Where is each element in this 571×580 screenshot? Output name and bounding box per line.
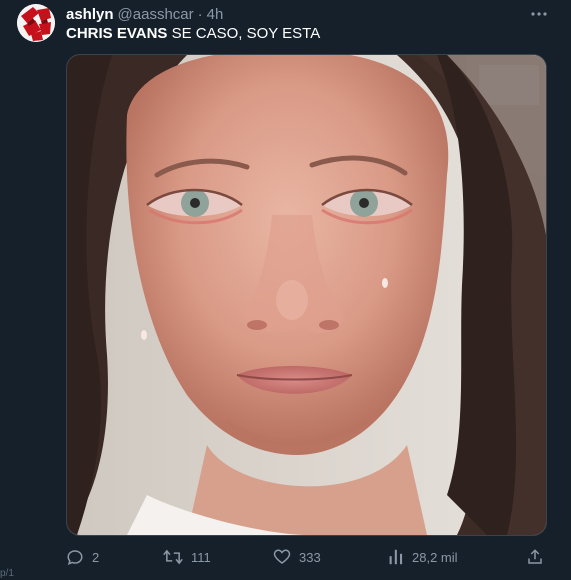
- corner-fragment-text: p/1: [0, 568, 14, 579]
- tweet-card[interactable]: ashlyn @aasshcar · 4h CHRIS EVANS SE CAS…: [0, 0, 571, 580]
- tweet-header: ashlyn @aasshcar · 4h: [66, 4, 223, 24]
- header-separator: ·: [197, 5, 203, 23]
- user-handle[interactable]: @aasshcar: [118, 6, 194, 23]
- tweet-actions: 2 111 333 28,2 mil: [66, 546, 550, 568]
- retweet-button[interactable]: 111: [163, 546, 211, 568]
- display-name[interactable]: ashlyn: [66, 6, 114, 23]
- like-count: 333: [299, 549, 321, 565]
- views-count: 28,2 mil: [412, 549, 458, 565]
- crying-woman-photo-icon: [67, 55, 546, 535]
- avatar-image: [17, 4, 55, 42]
- reply-icon: [67, 550, 83, 566]
- views-button[interactable]: 28,2 mil: [388, 546, 458, 568]
- retweet-count: 111: [191, 549, 211, 565]
- more-dots-icon: [531, 12, 547, 16]
- reply-button[interactable]: 2: [66, 546, 99, 568]
- share-button[interactable]: [526, 546, 544, 568]
- tweet-text-bold: CHRIS EVANS: [66, 25, 168, 42]
- tweet-text-rest: SE CASO, SOY ESTA: [167, 25, 321, 42]
- retweet-icon: [163, 549, 183, 565]
- more-options-button[interactable]: [526, 4, 552, 24]
- tweet-media-photo[interactable]: [66, 54, 547, 536]
- tweet-timestamp[interactable]: 4h: [207, 6, 224, 23]
- tweet-text: CHRIS EVANS SE CASO, SOY ESTA: [66, 25, 320, 42]
- heart-icon: [273, 549, 291, 564]
- views-chart-icon: [389, 549, 403, 565]
- share-icon: [528, 549, 542, 564]
- avatar[interactable]: [17, 4, 55, 42]
- reply-count: 2: [92, 549, 100, 565]
- like-button[interactable]: 333: [273, 546, 321, 568]
